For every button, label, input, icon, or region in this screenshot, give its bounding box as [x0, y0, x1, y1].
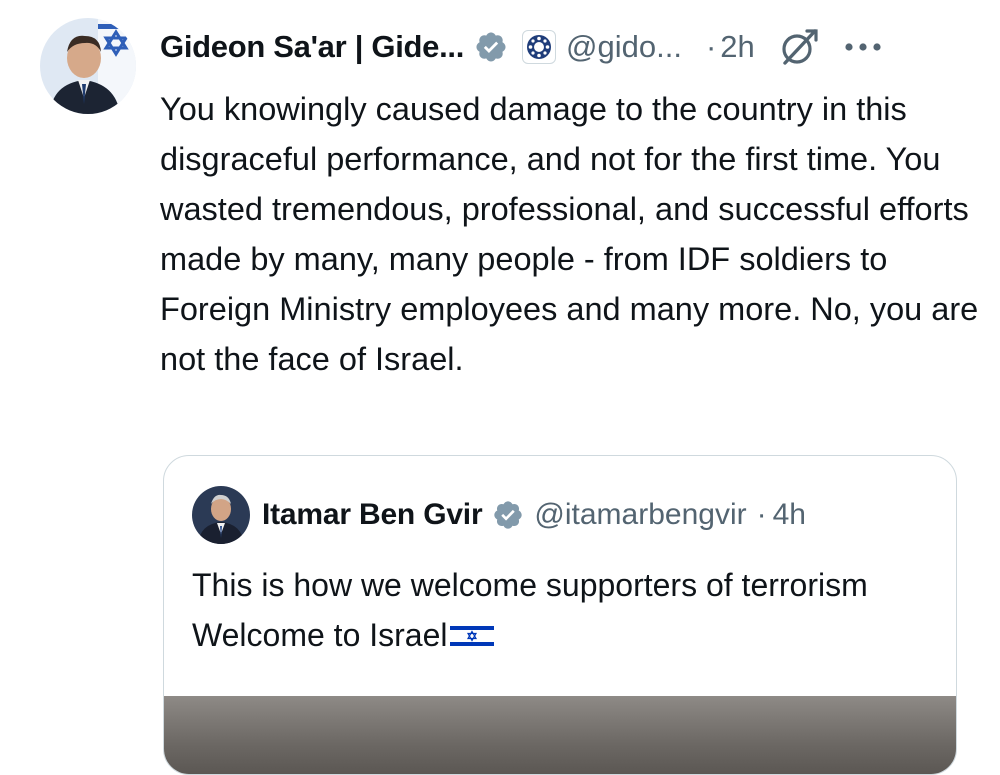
separator-dot: · — [756, 498, 767, 531]
verified-badge-icon[interactable] — [474, 30, 508, 64]
tweet-text: You knowingly caused damage to the count… — [160, 91, 979, 377]
quoted-tweet-media[interactable] — [164, 696, 956, 774]
affiliation-badge-icon[interactable] — [522, 30, 557, 64]
quoted-tweet-header: Itamar Ben Gvir @itamarbengvir · 4h — [262, 492, 806, 538]
separator-dot: · — [705, 29, 717, 64]
quoted-author-avatar[interactable] — [192, 486, 250, 544]
tweet-timestamp[interactable]: 2h — [720, 29, 754, 65]
quoted-tweet-card[interactable]: Itamar Ben Gvir @itamarbengvir · 4h This… — [163, 455, 957, 775]
grok-icon[interactable] — [777, 25, 821, 69]
israel-flag-emoji — [449, 613, 494, 649]
more-options-icon[interactable] — [843, 41, 883, 53]
author-avatar[interactable] — [40, 18, 136, 114]
verified-badge-icon[interactable] — [492, 499, 524, 531]
quoted-tweet-text: This is how we welcome supporters of ter… — [192, 567, 868, 653]
author-handle[interactable]: @gido... — [566, 29, 682, 65]
quoted-tweet-text-container: This is how we welcome supporters of ter… — [192, 560, 932, 660]
tweet-header: Gideon Sa'ar | Gide... @gido... · 2h — [160, 22, 883, 72]
quoted-author-handle[interactable]: @itamarbengvir — [534, 498, 746, 532]
author-name[interactable]: Gideon Sa'ar | Gide... — [160, 29, 464, 65]
quoted-author-name[interactable]: Itamar Ben Gvir — [262, 498, 483, 532]
quoted-tweet-timestamp[interactable]: 4h — [773, 498, 806, 532]
